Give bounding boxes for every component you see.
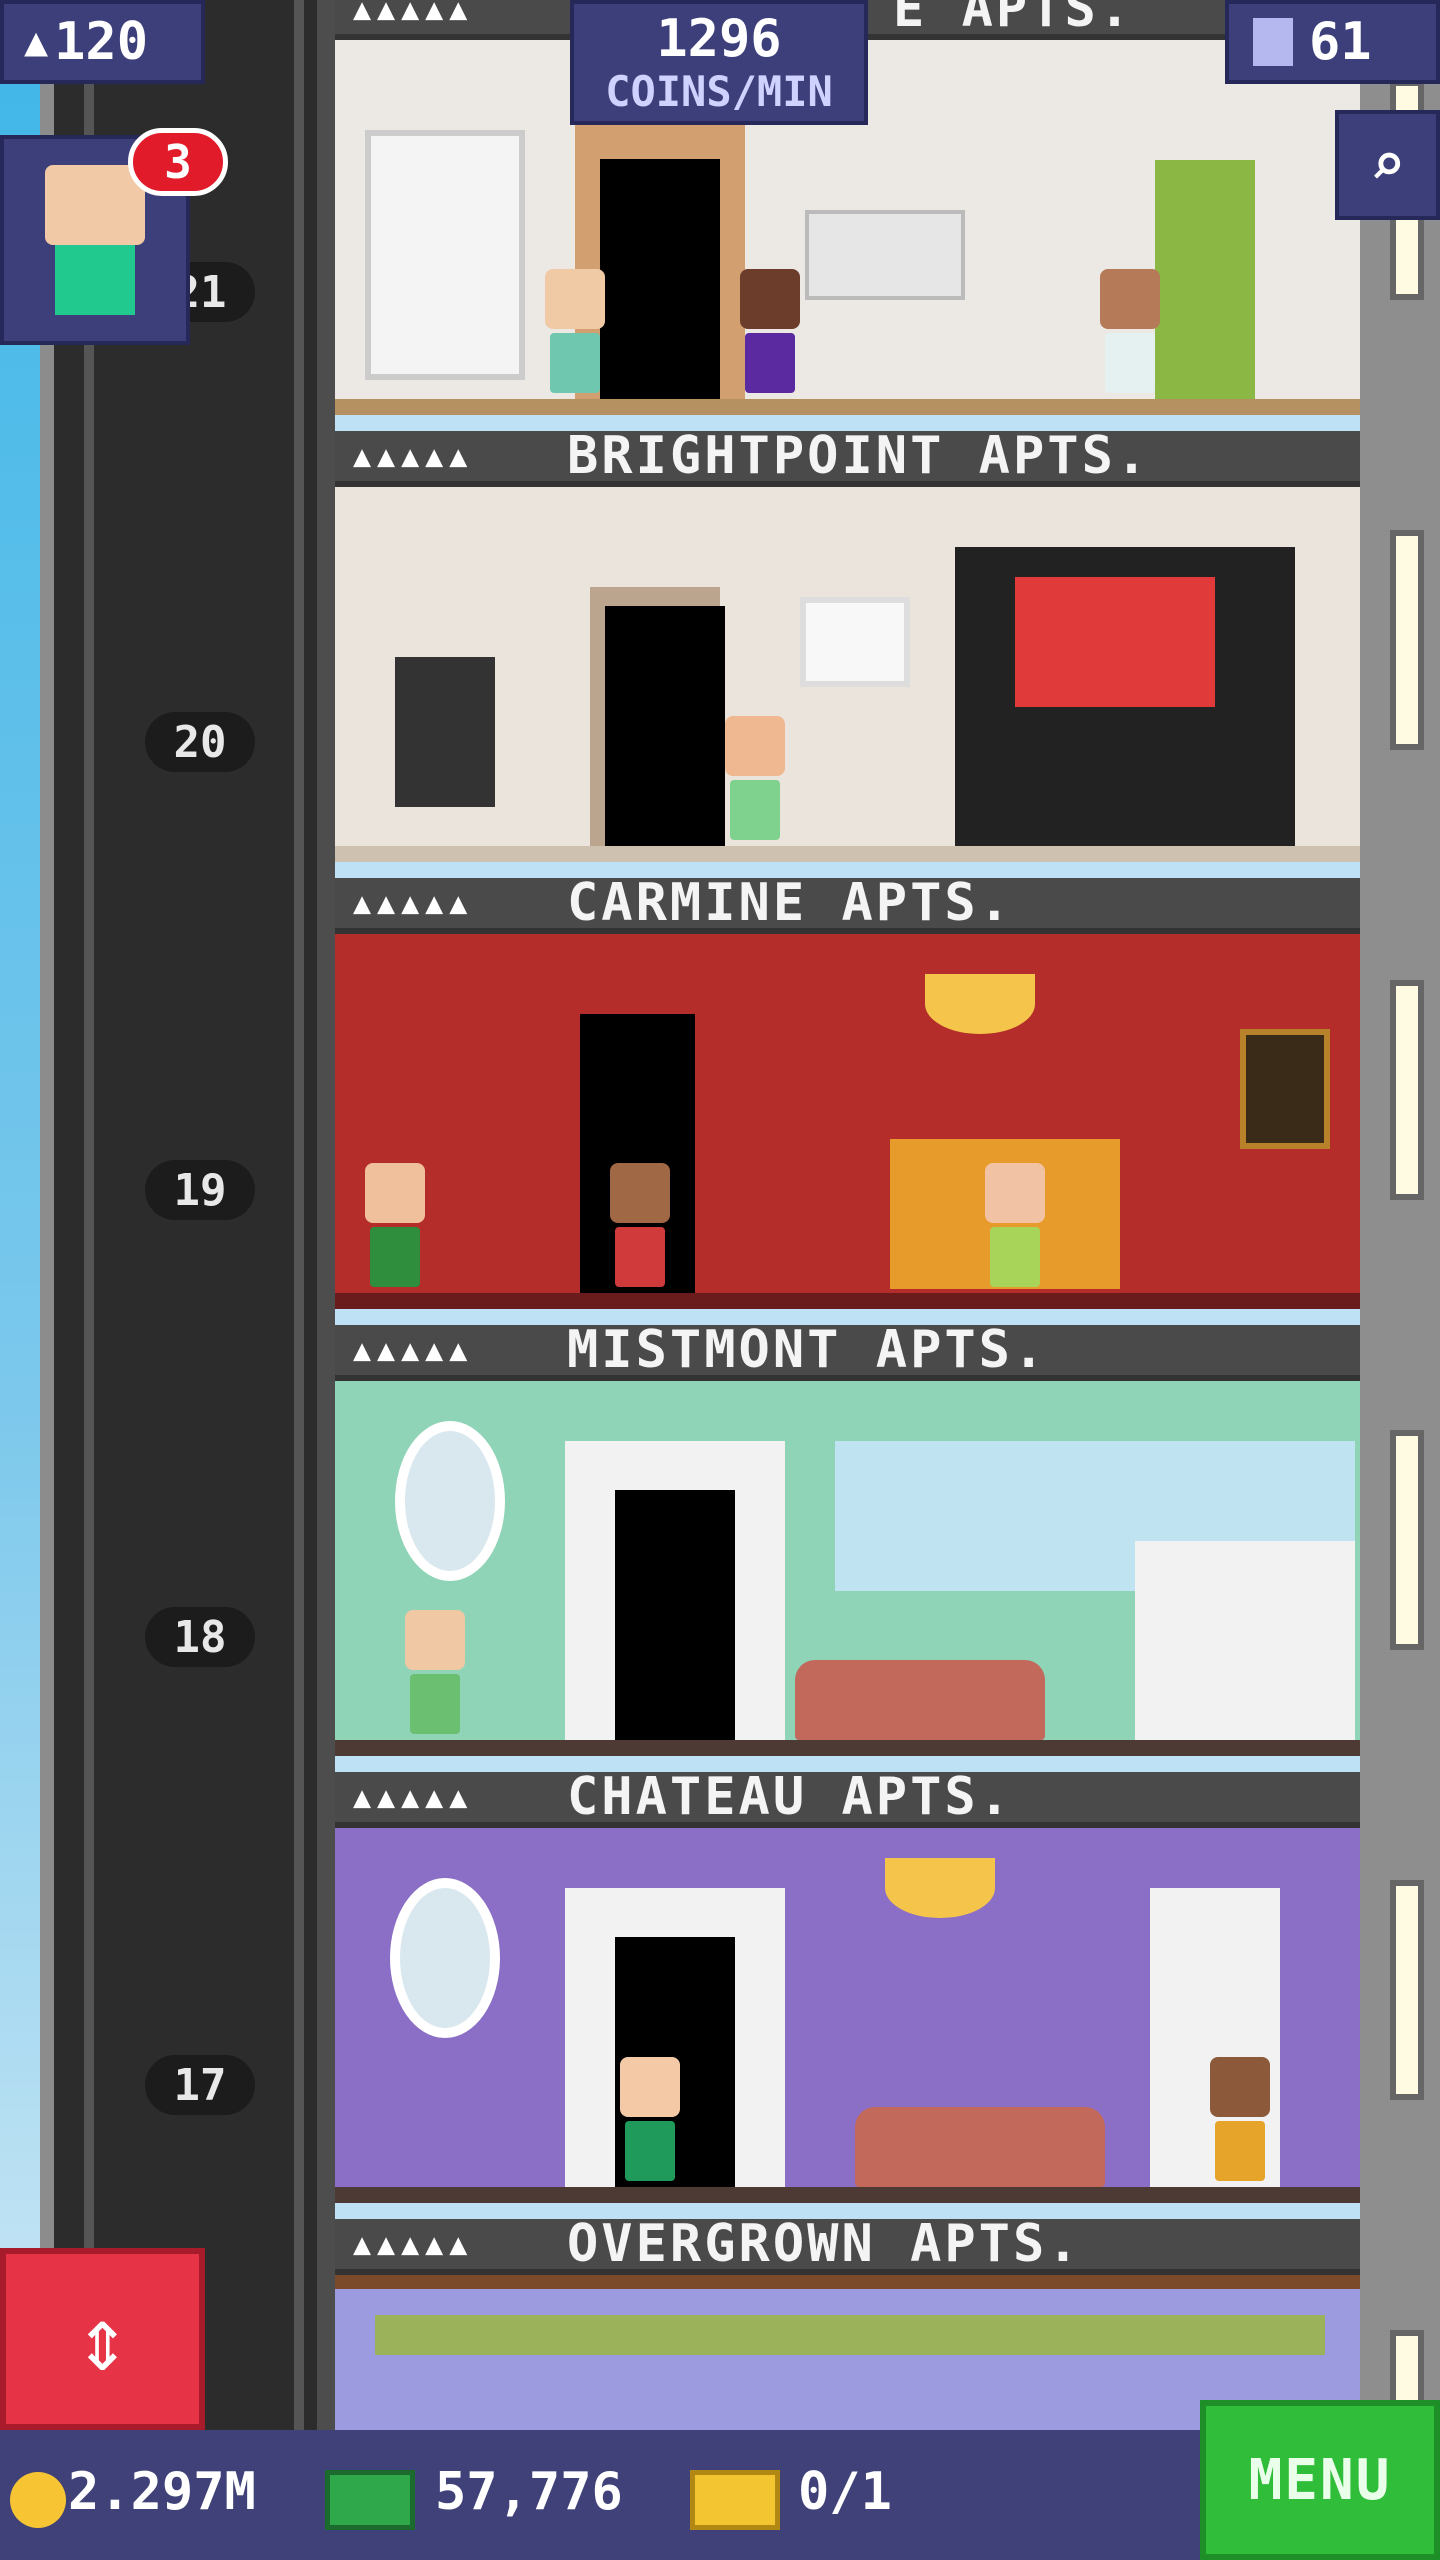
floor-ground bbox=[335, 1740, 1360, 1756]
elevator-rail bbox=[84, 0, 94, 2430]
window bbox=[1390, 530, 1424, 750]
wall-painting bbox=[1240, 1029, 1330, 1149]
tenant[interactable] bbox=[405, 1610, 465, 1740]
floor-number-18: 18 bbox=[145, 1607, 255, 1667]
tickets-count: 0/1 bbox=[798, 2462, 892, 2522]
floor-ground bbox=[335, 399, 1360, 415]
tower-right-wall bbox=[1360, 0, 1440, 2430]
search-button[interactable]: ⌕ bbox=[1335, 110, 1440, 220]
floor-17[interactable]: ▲▲▲▲▲ CHATEAU APTS. bbox=[335, 1767, 1360, 2219]
floor-name: BRIGHTPOINT APTS. bbox=[567, 426, 1151, 486]
floors-counter[interactable]: 61 bbox=[1225, 0, 1440, 84]
elevator-rail bbox=[294, 0, 304, 2430]
floor-16[interactable]: ▲▲▲▲▲ OVERGROWN APTS. bbox=[335, 2214, 1360, 2430]
elevator-button[interactable]: ⇕ bbox=[0, 2248, 205, 2430]
window bbox=[1390, 1430, 1424, 1650]
window bbox=[1390, 980, 1424, 1200]
population-value: 120 bbox=[54, 12, 149, 72]
doorway bbox=[600, 159, 720, 399]
coins-per-min-value: 1296 bbox=[656, 8, 782, 69]
mirror bbox=[390, 1878, 500, 2038]
room-interior bbox=[335, 1828, 1360, 2203]
floor-stars: ▲▲▲▲▲ bbox=[353, 438, 474, 474]
bookshelf bbox=[365, 130, 525, 380]
tenant[interactable] bbox=[545, 269, 605, 399]
notification-badge: 3 bbox=[128, 128, 228, 196]
floor-banner: ▲▲▲▲▲ BRIGHTPOINT APTS. bbox=[335, 426, 1360, 487]
tenant[interactable] bbox=[985, 1163, 1045, 1293]
bux-icon bbox=[325, 2470, 415, 2530]
tenant[interactable] bbox=[740, 269, 800, 399]
floors-icon bbox=[1253, 18, 1293, 66]
coins-per-min-panel[interactable]: 1296 COINS/MIN bbox=[570, 0, 868, 125]
floor-name: OVERGROWN APTS. bbox=[567, 2214, 1082, 2274]
elevator-icon: ⇕ bbox=[75, 2286, 130, 2392]
tenant[interactable] bbox=[610, 1163, 670, 1293]
tenant[interactable] bbox=[1210, 2057, 1270, 2187]
table bbox=[395, 657, 495, 807]
floor-stars: ▲▲▲▲▲ bbox=[353, 2226, 474, 2262]
floors-value: 61 bbox=[1309, 12, 1372, 72]
floor-20[interactable]: ▲▲▲▲▲ BRIGHTPOINT APTS. bbox=[335, 426, 1360, 878]
plant bbox=[1155, 160, 1255, 400]
coins-balance: 2.297M bbox=[68, 2462, 256, 2522]
population-counter[interactable]: ▲ 120 bbox=[0, 0, 205, 84]
doorway bbox=[615, 1490, 735, 1740]
tenant[interactable] bbox=[725, 716, 785, 846]
room-interior bbox=[335, 934, 1360, 1309]
room-interior bbox=[335, 1381, 1360, 1756]
floor-name: CARMINE APTS. bbox=[567, 873, 1013, 933]
room-interior bbox=[335, 487, 1360, 862]
floor-ground bbox=[335, 1293, 1360, 1309]
floor-banner: ▲▲▲▲▲ CARMINE APTS. bbox=[335, 873, 1360, 934]
floor-name: E APTS. bbox=[893, 0, 1134, 39]
search-icon: ⌕ bbox=[1369, 130, 1406, 200]
avatar bbox=[45, 165, 145, 315]
chandelier bbox=[885, 1858, 995, 1918]
floor-banner: ▲▲▲▲▲ CHATEAU APTS. bbox=[335, 1767, 1360, 1828]
ceiling-beam bbox=[335, 2275, 1360, 2289]
floor-name: CHATEAU APTS. bbox=[567, 1767, 1013, 1827]
wall-picture bbox=[800, 597, 910, 687]
sofa bbox=[805, 210, 965, 300]
coin-icon bbox=[10, 2472, 66, 2528]
menu-button[interactable]: MENU bbox=[1200, 2400, 1440, 2560]
floor-ground bbox=[335, 846, 1360, 862]
floor-banner: ▲▲▲▲▲ OVERGROWN APTS. bbox=[335, 2214, 1360, 2275]
floor-19[interactable]: ▲▲▲▲▲ CARMINE APTS. bbox=[335, 873, 1360, 1325]
population-icon: ▲ bbox=[24, 19, 49, 65]
tenant[interactable] bbox=[1100, 269, 1160, 399]
floor-name: MISTMONT APTS. bbox=[567, 1320, 1048, 1380]
floor-stars: ▲▲▲▲▲ bbox=[353, 885, 474, 921]
ticket-icon bbox=[690, 2470, 780, 2530]
tenant[interactable] bbox=[365, 1163, 425, 1293]
television bbox=[1015, 577, 1215, 707]
bux-balance: 57,776 bbox=[435, 2462, 623, 2522]
mirror bbox=[395, 1421, 505, 1581]
overgrown-vines bbox=[375, 2315, 1325, 2355]
doorway bbox=[605, 606, 725, 846]
coins-per-min-label: COINS/MIN bbox=[605, 66, 833, 116]
floor-number-19: 19 bbox=[145, 1160, 255, 1220]
floor-stars: ▲▲▲▲▲ bbox=[353, 1332, 474, 1368]
chandelier bbox=[925, 974, 1035, 1034]
floor-banner: ▲▲▲▲▲ MISTMONT APTS. bbox=[335, 1320, 1360, 1381]
sofa bbox=[855, 2107, 1105, 2187]
sofa bbox=[795, 1660, 1045, 1740]
floor-18[interactable]: ▲▲▲▲▲ MISTMONT APTS. bbox=[335, 1320, 1360, 1772]
tenant[interactable] bbox=[620, 2057, 680, 2187]
floor-number-20: 20 bbox=[145, 712, 255, 772]
floor-number-17: 17 bbox=[145, 2055, 255, 2115]
floor-stars: ▲▲▲▲▲ bbox=[353, 0, 474, 27]
window bbox=[1390, 1880, 1424, 2100]
floor-ground bbox=[335, 2187, 1360, 2203]
floor-stars: ▲▲▲▲▲ bbox=[353, 1779, 474, 1815]
kitchen-appliances bbox=[1135, 1541, 1355, 1741]
